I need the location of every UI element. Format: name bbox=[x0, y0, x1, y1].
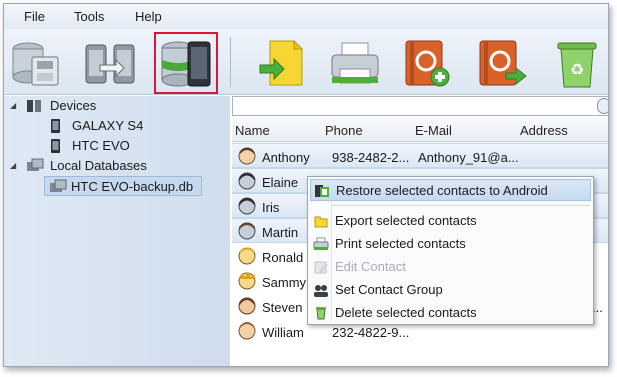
cell-name: Sammy bbox=[262, 275, 307, 290]
cell-name: William bbox=[262, 325, 304, 340]
devices-icon bbox=[27, 100, 41, 112]
print-icon bbox=[313, 237, 329, 250]
cell-name: Martin bbox=[262, 225, 299, 240]
collapse-triangle-icon[interactable]: ◢ bbox=[10, 96, 16, 116]
transfer-phones-icon bbox=[85, 44, 135, 84]
cell-phone: 232-4822-9... bbox=[332, 325, 410, 340]
column-header-email[interactable]: E-Mail bbox=[415, 123, 452, 138]
menu-item-label: Print selected contacts bbox=[335, 236, 466, 251]
tree-device-galaxy-s4[interactable]: GALAXY S4 bbox=[8, 116, 208, 136]
menu-item-edit-contact: Edit Contact bbox=[310, 256, 591, 278]
contact-avatar-icon bbox=[238, 297, 256, 315]
toolbar: ♻ bbox=[4, 29, 608, 95]
tree-devices-label: Devices bbox=[50, 98, 97, 113]
menu-separator bbox=[332, 205, 590, 206]
restore-android-icon bbox=[315, 185, 329, 197]
menu-item-delete-selected[interactable]: Delete selected contacts bbox=[310, 302, 591, 324]
cell-name: Elaine bbox=[262, 175, 299, 190]
column-header-name[interactable]: Name bbox=[235, 123, 270, 138]
add-contact-book-icon bbox=[405, 40, 450, 87]
menu-item-label: Edit Contact bbox=[335, 259, 406, 274]
database-phone-button[interactable] bbox=[154, 32, 218, 94]
toolbar-separator bbox=[230, 37, 231, 87]
menu-bar: File Tools Help bbox=[4, 4, 608, 29]
cell-name: Ronald bbox=[262, 250, 304, 265]
printer-button[interactable] bbox=[328, 35, 382, 91]
tree-device-label: HTC EVO bbox=[72, 138, 130, 153]
local-database-icon bbox=[27, 158, 44, 171]
svg-text:♻: ♻ bbox=[570, 60, 584, 79]
cell-name: Steven bbox=[262, 300, 303, 315]
export-file-icon bbox=[259, 39, 304, 86]
contact-group-icon bbox=[314, 285, 328, 297]
contact-avatar-icon bbox=[238, 322, 256, 340]
add-contact-button[interactable] bbox=[400, 35, 454, 91]
search-input[interactable] bbox=[232, 96, 608, 116]
context-menu: Restore selected contacts to Android Exp… bbox=[307, 176, 594, 325]
menu-item-set-contact-group[interactable]: Set Contact Group bbox=[310, 279, 591, 301]
contact-avatar-icon bbox=[238, 172, 256, 190]
recycle-bin-icon: ♻ bbox=[557, 42, 597, 88]
menu-file[interactable]: File bbox=[24, 9, 45, 24]
contact-avatar-icon bbox=[238, 247, 256, 265]
table-header: Name Phone E-Mail Address bbox=[232, 118, 608, 142]
menu-item-label: Restore selected contacts to Android bbox=[336, 183, 548, 198]
tree-device-htc-evo[interactable]: HTC EVO bbox=[8, 136, 208, 156]
database-file-icon bbox=[50, 179, 67, 192]
device-tree: ◢ Devices GALAXY S4 HTC EVO ◢ Local Data… bbox=[4, 96, 230, 366]
contact-avatar-icon bbox=[238, 222, 256, 240]
cell-phone: 938-2482-2... bbox=[332, 150, 410, 165]
contact-avatar-icon bbox=[238, 197, 256, 215]
phone-icon bbox=[51, 139, 60, 153]
table-row[interactable]: Anthony 938-2482-2... Anthony_91@a... bbox=[232, 143, 608, 168]
menu-item-restore-to-android[interactable]: Restore selected contacts to Android bbox=[310, 179, 591, 201]
export-contact-button[interactable] bbox=[474, 35, 528, 91]
contact-avatar-icon bbox=[238, 272, 256, 290]
export-folder-icon bbox=[314, 216, 328, 228]
menu-item-label: Export selected contacts bbox=[335, 213, 477, 228]
export-contact-book-icon bbox=[479, 40, 527, 86]
contact-avatar-icon bbox=[238, 147, 256, 165]
menu-help[interactable]: Help bbox=[135, 9, 162, 24]
backup-database-icon bbox=[12, 42, 59, 86]
tree-device-label: GALAXY S4 bbox=[72, 118, 144, 133]
tree-local-label: Local Databases bbox=[50, 158, 147, 173]
menu-item-label: Set Contact Group bbox=[335, 282, 443, 297]
tree-devices-node[interactable]: ◢ Devices bbox=[8, 96, 208, 116]
tree-local-databases-node[interactable]: ◢ Local Databases bbox=[8, 156, 208, 176]
search-button[interactable] bbox=[597, 98, 608, 114]
printer-icon bbox=[331, 42, 379, 84]
menu-tools[interactable]: Tools bbox=[74, 9, 104, 24]
app-window: File Tools Help ♻ ◢ Devices GALAXY S4 HT… bbox=[3, 3, 609, 367]
menu-item-label: Delete selected contacts bbox=[335, 305, 477, 320]
column-header-phone[interactable]: Phone bbox=[325, 123, 363, 138]
tree-db-htc-evo-backup[interactable]: HTC EVO-backup.db bbox=[44, 176, 202, 196]
delete-icon bbox=[316, 307, 326, 320]
column-header-address[interactable]: Address bbox=[520, 123, 568, 138]
cell-email: Anthony_91@a... bbox=[418, 150, 519, 165]
menu-item-print-selected[interactable]: Print selected contacts bbox=[310, 233, 591, 255]
menu-item-export-selected[interactable]: Export selected contacts bbox=[310, 210, 591, 232]
cell-name: Iris bbox=[262, 200, 280, 215]
recycle-bin-button[interactable]: ♻ bbox=[550, 35, 604, 91]
export-file-button[interactable] bbox=[256, 35, 310, 91]
cell-name: Anthony bbox=[262, 150, 310, 165]
tree-db-label: HTC EVO-backup.db bbox=[71, 179, 194, 194]
transfer-phones-button[interactable] bbox=[84, 35, 138, 91]
phone-icon bbox=[51, 119, 60, 133]
database-phone-icon bbox=[161, 41, 211, 87]
collapse-triangle-icon[interactable]: ◢ bbox=[10, 156, 16, 176]
edit-contact-icon bbox=[314, 261, 328, 274]
backup-database-button[interactable] bbox=[8, 35, 62, 91]
